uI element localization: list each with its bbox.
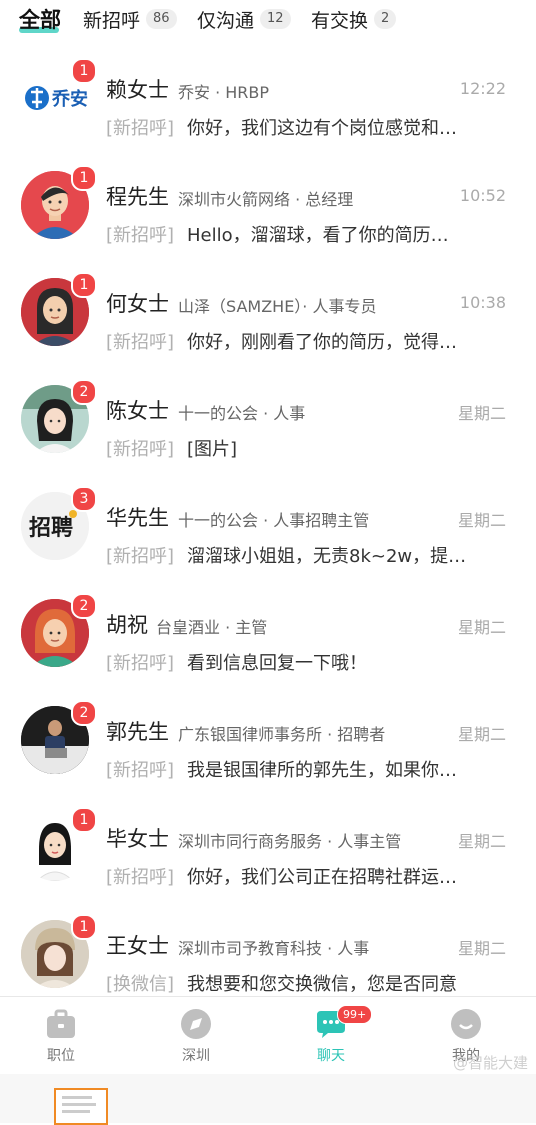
message-time: 10:52 [459, 186, 506, 205]
contact-name: 赖女士 [106, 78, 169, 102]
unread-badge: 2 [71, 379, 97, 405]
contact-name: 毕女士 [106, 827, 169, 851]
contact-name: 王女士 [106, 934, 169, 958]
unread-badge: 1 [71, 807, 97, 833]
tab-label: 仅沟通 [197, 9, 255, 32]
compass-icon [181, 1009, 211, 1039]
tab-all[interactable]: 全部 [19, 4, 61, 34]
tab-label: 新招呼 [83, 9, 141, 32]
message-preview: 看到信息回复一下哦！ [187, 653, 367, 674]
unread-badge: 1 [71, 272, 97, 298]
message-tag: [新招呼] [106, 332, 175, 353]
chat-row[interactable]: 1 程先生 深圳市火箭网络 · 总经理 10:52 [新招呼] Hello，溜溜… [0, 145, 536, 252]
contact-name: 陈女士 [106, 399, 169, 423]
company-title: 深圳市火箭网络 · 总经理 [178, 190, 354, 209]
message-time: 星期二 [457, 832, 506, 851]
nav-label: 职位 [47, 1048, 75, 1064]
tab-label: 有交换 [311, 9, 369, 32]
message-time: 星期二 [457, 939, 506, 958]
chat-row[interactable]: 1 何女士 山泽（SAMZHE）· 人事专员 10:38 [新招呼] 你好，刚刚… [0, 252, 536, 359]
chat-row[interactable]: 招聘 3 华先生 十一的公会 · 人事招聘主管 星期二 [新招呼] 溜溜球小姐姐… [0, 466, 536, 573]
message-tag: [换微信] [106, 974, 175, 995]
message-preview: 我是银国律所的郭先生，如果你… [187, 760, 457, 781]
message-time: 星期二 [457, 404, 506, 423]
message-preview: Hello，溜溜球，看了你的简历… [187, 225, 449, 246]
unread-badge: 2 [71, 593, 97, 619]
unread-badge: 1 [71, 58, 97, 84]
thumb-line [62, 1110, 90, 1113]
company-title: 深圳市同行商务服务 · 人事主管 [178, 832, 402, 851]
message-time: 星期二 [457, 725, 506, 744]
message-preview: 溜溜球小姐姐，无责8k~2w，提… [187, 546, 467, 567]
chat-row[interactable]: 乔安 1 赖女士 乔安 · HRBP 12:22 [新招呼] 你好，我们这边有个… [0, 38, 536, 145]
filter-tabs: 全部 新招呼 86 仅沟通 12 有交换 2 [0, 0, 536, 40]
nav-chat[interactable]: 99+ 聊天 [291, 1005, 373, 1065]
unread-badge: 1 [71, 914, 97, 940]
profile-icon [451, 1009, 481, 1039]
company-title: 台皇酒业 · 主管 [156, 618, 268, 637]
nav-jobs[interactable]: 职位 [21, 1007, 101, 1065]
company-title: 十一的公会 · 人事招聘主管 [178, 511, 370, 530]
tab-count: 2 [374, 9, 397, 29]
thumb-line [62, 1096, 92, 1099]
message-tag: [新招呼] [106, 439, 175, 460]
svg-text:乔安: 乔安 [51, 88, 88, 110]
tab-exchanged[interactable]: 有交换 2 [311, 4, 397, 34]
unread-badge: 2 [71, 700, 97, 726]
thumb-line [62, 1103, 96, 1106]
message-time: 10:38 [459, 293, 506, 312]
message-time: 星期二 [457, 511, 506, 530]
watermark: @智能大建 [452, 1054, 528, 1072]
preview-strip [0, 1074, 536, 1125]
tab-count: 86 [146, 9, 177, 29]
message-tag: [新招呼] [106, 225, 175, 246]
message-time: 12:22 [459, 79, 506, 98]
message-tag: [新招呼] [106, 118, 175, 139]
nav-discover[interactable]: 深圳 [156, 1007, 236, 1065]
message-preview: 你好，我们公司正在招聘社群运… [187, 867, 457, 888]
contact-name: 程先生 [106, 185, 169, 209]
chat-row[interactable]: 2 胡祝 台皇酒业 · 主管 星期二 [新招呼] 看到信息回复一下哦！ [0, 573, 536, 680]
tab-label: 全部 [19, 8, 61, 32]
message-tag: [新招呼] [106, 760, 175, 781]
message-time: 星期二 [457, 618, 506, 637]
message-preview: 我想要和您交换微信，您是否同意 [187, 974, 457, 995]
svg-text:招聘: 招聘 [29, 516, 73, 541]
message-tag: [新招呼] [106, 546, 175, 567]
contact-name: 何女士 [106, 292, 169, 316]
message-preview: 你好，我们这边有个岗位感觉和… [187, 118, 457, 139]
chat-row[interactable]: 1 王女士 深圳市司予教育科技 · 人事 星期二 [换微信] 我想要和您交换微信… [0, 894, 536, 1001]
message-preview: [图片] [187, 439, 238, 460]
preview-thumbnail[interactable] [54, 1088, 108, 1125]
tab-count: 12 [260, 9, 291, 29]
chat-row[interactable]: 2 郭先生 广东银国律师事务所 · 招聘者 星期二 [新招呼] 我是银国律所的郭… [0, 680, 536, 787]
company-title: 山泽（SAMZHE）· 人事专员 [178, 297, 377, 316]
contact-name: 郭先生 [106, 720, 169, 744]
tab-new-greeting[interactable]: 新招呼 86 [83, 4, 177, 34]
nav-unread-badge: 99+ [337, 1005, 373, 1024]
message-tag: [新招呼] [106, 867, 175, 888]
tab-only-chat[interactable]: 仅沟通 12 [197, 4, 291, 34]
company-title: 广东银国律师事务所 · 招聘者 [178, 725, 386, 744]
company-title: 十一的公会 · 人事 [178, 404, 306, 423]
unread-badge: 3 [71, 486, 97, 512]
company-title: 深圳市司予教育科技 · 人事 [178, 939, 370, 958]
briefcase-icon [47, 1009, 75, 1038]
chat-row[interactable]: 1 毕女士 深圳市同行商务服务 · 人事主管 星期二 [新招呼] 你好，我们公司… [0, 787, 536, 894]
nav-label: 聊天 [317, 1048, 345, 1064]
unread-badge: 1 [71, 165, 97, 191]
company-title: 乔安 · HRBP [178, 83, 270, 102]
contact-name: 胡祝 [106, 613, 148, 637]
nav-label: 深圳 [182, 1048, 210, 1064]
message-preview: 你好，刚刚看了你的简历，觉得… [187, 332, 457, 353]
contact-name: 华先生 [106, 506, 169, 530]
chat-row[interactable]: 2 陈女士 十一的公会 · 人事 星期二 [新招呼] [图片] [0, 359, 536, 466]
message-tag: [新招呼] [106, 653, 175, 674]
